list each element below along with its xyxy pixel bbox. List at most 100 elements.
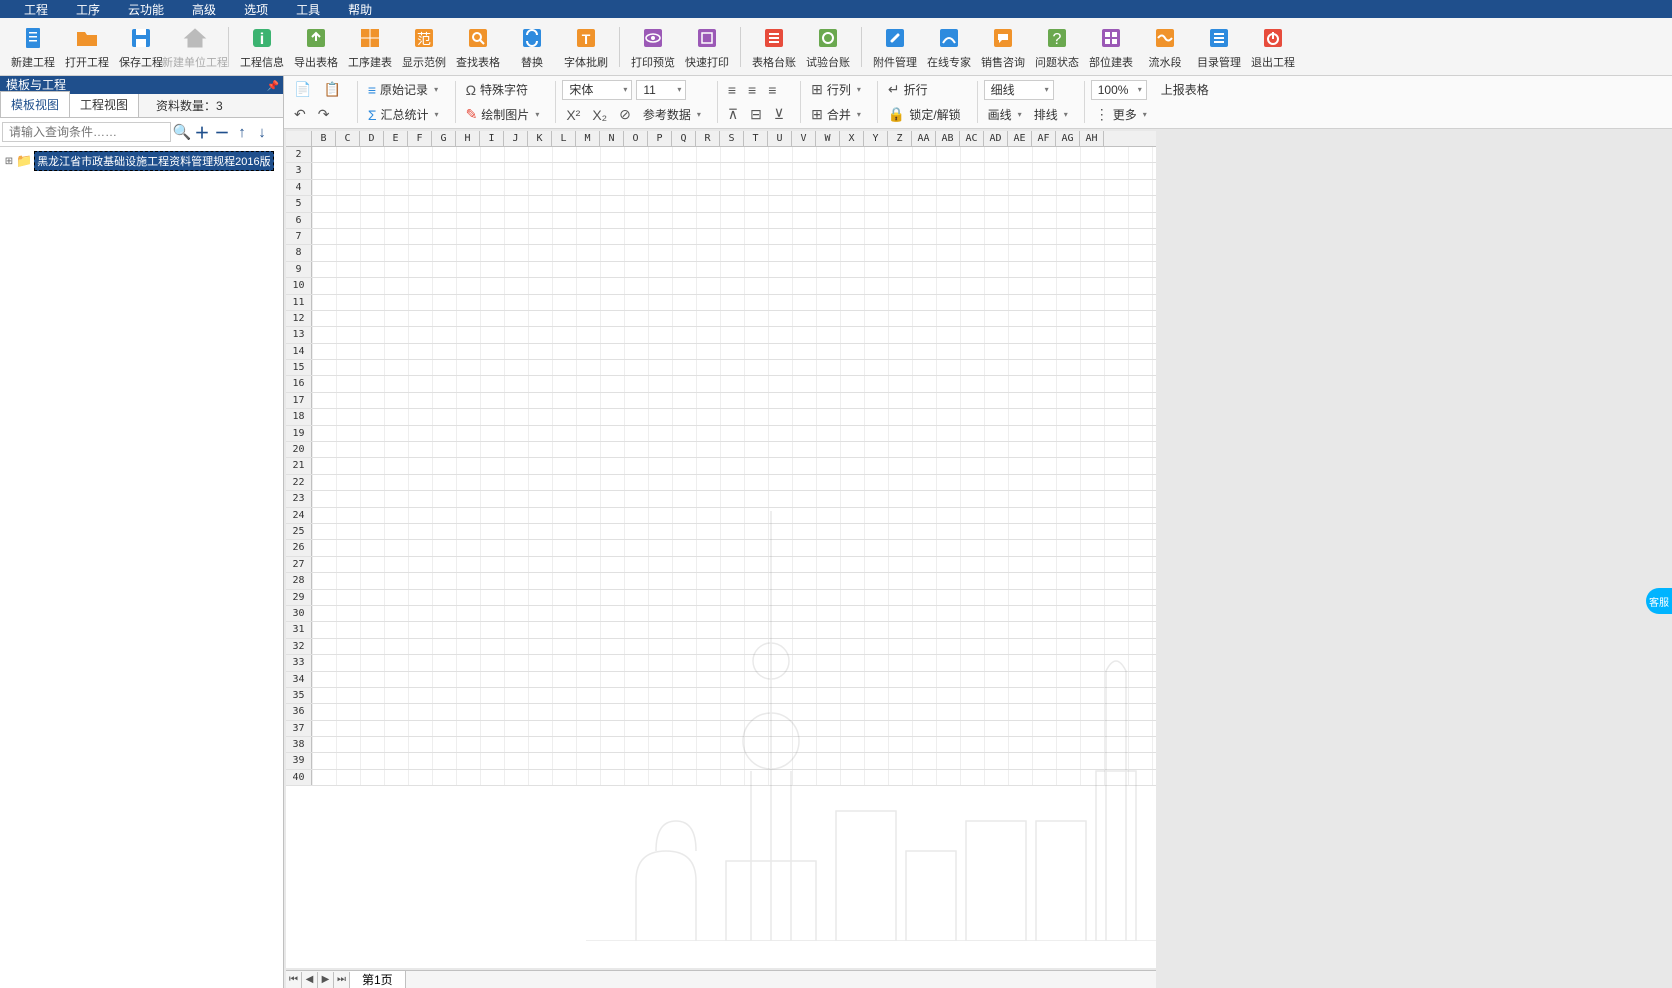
row-cells[interactable]	[312, 229, 1156, 244]
tab-project-view[interactable]: 工程视图	[69, 91, 139, 117]
row-header-4[interactable]: 4	[286, 180, 312, 195]
row-cells[interactable]	[312, 491, 1156, 506]
search-icon[interactable]: 🔍	[173, 123, 191, 141]
col-header-U[interactable]: U	[768, 131, 792, 146]
col-header-K[interactable]: K	[528, 131, 552, 146]
show-sample-button[interactable]: 范显示范例	[397, 22, 451, 72]
col-header-S[interactable]: S	[720, 131, 744, 146]
row-cells[interactable]	[312, 688, 1156, 703]
row-header-10[interactable]: 10	[286, 278, 312, 293]
row-cells[interactable]	[312, 540, 1156, 555]
valign-mid-button[interactable]: ⊟	[746, 105, 766, 125]
page-tab-1[interactable]: 第1页	[350, 971, 406, 988]
col-header-F[interactable]: F	[408, 131, 432, 146]
pin-icon[interactable]: 📌	[267, 78, 279, 96]
down-icon[interactable]: ↓	[253, 123, 271, 141]
row-cells[interactable]	[312, 327, 1156, 342]
report-button[interactable]: 上报表格	[1157, 80, 1213, 100]
col-header-AH[interactable]: AH	[1080, 131, 1104, 146]
row-header-31[interactable]: 31	[286, 622, 312, 637]
col-header-N[interactable]: N	[600, 131, 624, 146]
row-header-14[interactable]: 14	[286, 344, 312, 359]
row-cells[interactable]	[312, 426, 1156, 441]
test-ledger-button[interactable]: 试验台账	[801, 22, 855, 72]
row-cells[interactable]	[312, 163, 1156, 178]
row-header-38[interactable]: 38	[286, 737, 312, 752]
spreadsheet[interactable]: BCDEFGHIJKLMNOPQRSTUVWXYZAAABACADAEAFAGA…	[286, 131, 1156, 968]
valign-top-button[interactable]: ⊼	[724, 105, 742, 125]
row-header-29[interactable]: 29	[286, 590, 312, 605]
row-cells[interactable]	[312, 147, 1156, 162]
print-preview-button[interactable]: 打印预览	[626, 22, 680, 72]
water-section-button[interactable]: 流水段	[1138, 22, 1192, 72]
row-cells[interactable]	[312, 672, 1156, 687]
sales-button[interactable]: 销售咨询	[976, 22, 1030, 72]
find-table-button[interactable]: 查找表格	[451, 22, 505, 72]
row-header-9[interactable]: 9	[286, 262, 312, 277]
align-center-button[interactable]: ≡	[744, 80, 760, 100]
col-header-AG[interactable]: AG	[1056, 131, 1080, 146]
col-header-L[interactable]: L	[552, 131, 576, 146]
row-header-20[interactable]: 20	[286, 442, 312, 457]
col-header-AD[interactable]: AD	[984, 131, 1008, 146]
col-header-Y[interactable]: Y	[864, 131, 888, 146]
row-cells[interactable]	[312, 180, 1156, 195]
row-cells[interactable]	[312, 524, 1156, 539]
row-cells[interactable]	[312, 770, 1156, 785]
row-cells[interactable]	[312, 213, 1156, 228]
line-button[interactable]: 画线	[984, 105, 1026, 125]
tree-root-item[interactable]: ⊞ 📁 黑龙江省市政基础设施工程资料管理规程2016版	[4, 151, 279, 171]
tab-template-view[interactable]: 模板视图	[0, 91, 70, 117]
lock-button[interactable]: 🔒锁定/解锁	[884, 105, 965, 125]
paste-button[interactable]: 📋	[319, 80, 344, 100]
row-header-8[interactable]: 8	[286, 245, 312, 260]
row-header-30[interactable]: 30	[286, 606, 312, 621]
col-header-I[interactable]: I	[480, 131, 504, 146]
row-cells[interactable]	[312, 737, 1156, 752]
col-header-E[interactable]: E	[384, 131, 408, 146]
row-header-3[interactable]: 3	[286, 163, 312, 178]
align-right-button[interactable]: ≡	[764, 80, 780, 100]
wrap-button[interactable]: ↵折行	[884, 80, 932, 100]
table-ledger-button[interactable]: 表格台账	[747, 22, 801, 72]
row-cells[interactable]	[312, 655, 1156, 670]
col-header-AC[interactable]: AC	[960, 131, 984, 146]
open-project-button[interactable]: 打开工程	[60, 22, 114, 72]
row-header-35[interactable]: 35	[286, 688, 312, 703]
row-cells[interactable]	[312, 360, 1156, 375]
row-header-16[interactable]: 16	[286, 376, 312, 391]
row-cells[interactable]	[312, 442, 1156, 457]
col-header-G[interactable]: G	[432, 131, 456, 146]
save-project-button[interactable]: 保存工程	[114, 22, 168, 72]
row-header-36[interactable]: 36	[286, 704, 312, 719]
col-header-C[interactable]: C	[336, 131, 360, 146]
row-header-32[interactable]: 32	[286, 639, 312, 654]
row-header-6[interactable]: 6	[286, 213, 312, 228]
row-header-19[interactable]: 19	[286, 426, 312, 441]
minus-icon[interactable]: －	[213, 123, 231, 141]
row-header-17[interactable]: 17	[286, 393, 312, 408]
replace-button[interactable]: 替换	[505, 22, 559, 72]
col-header-M[interactable]: M	[576, 131, 600, 146]
row-header-40[interactable]: 40	[286, 770, 312, 785]
row-cells[interactable]	[312, 245, 1156, 260]
col-header-H[interactable]: H	[456, 131, 480, 146]
row-header-39[interactable]: 39	[286, 753, 312, 768]
special-char-button[interactable]: Ω特殊字符	[462, 80, 532, 100]
row-cells[interactable]	[312, 704, 1156, 719]
row-header-12[interactable]: 12	[286, 311, 312, 326]
col-header-O[interactable]: O	[624, 131, 648, 146]
row-cells[interactable]	[312, 278, 1156, 293]
row-col-button[interactable]: ⊞行列	[807, 80, 865, 100]
row-header-25[interactable]: 25	[286, 524, 312, 539]
zoom-select[interactable]: 100%	[1091, 80, 1147, 100]
menu-item-工程[interactable]: 工程	[10, 1, 62, 18]
row-cells[interactable]	[312, 622, 1156, 637]
row-header-13[interactable]: 13	[286, 327, 312, 342]
row-cells[interactable]	[312, 376, 1156, 391]
next-page-button[interactable]: ▶	[318, 972, 334, 988]
col-header-AF[interactable]: AF	[1032, 131, 1056, 146]
row-header-21[interactable]: 21	[286, 458, 312, 473]
col-header-R[interactable]: R	[696, 131, 720, 146]
col-header-AA[interactable]: AA	[912, 131, 936, 146]
